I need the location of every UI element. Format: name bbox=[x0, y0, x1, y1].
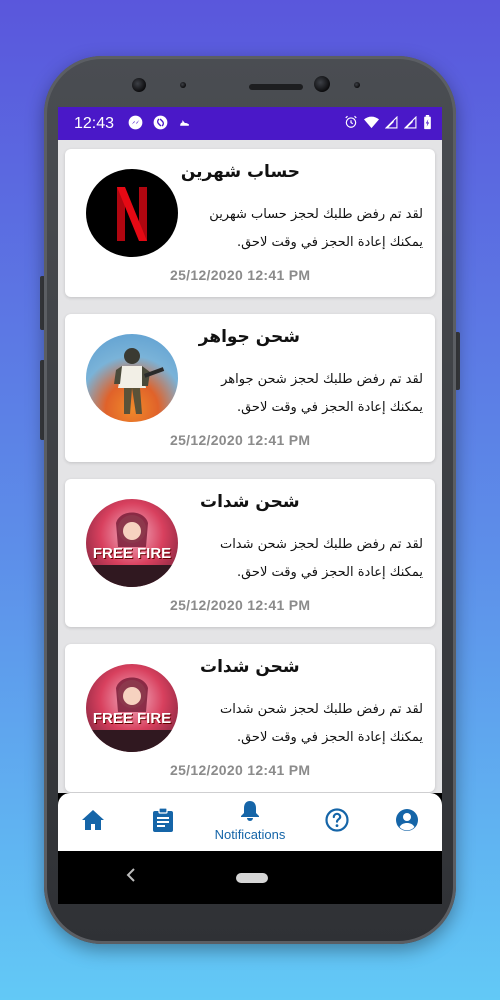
notification-title: شحن شدات bbox=[200, 492, 300, 512]
front-sensor bbox=[132, 78, 146, 92]
front-sensor-small bbox=[354, 82, 360, 88]
pubg-character-icon bbox=[86, 334, 178, 422]
nav-help[interactable] bbox=[302, 793, 372, 851]
alarm-icon bbox=[344, 115, 358, 132]
app-notification-icon bbox=[178, 116, 191, 132]
bottom-navigation: Notifications bbox=[58, 793, 442, 851]
notification-card[interactable]: FREE FIRE شحن شدات لقد تم رفض طلبك لحجز … bbox=[65, 644, 435, 792]
shazam-icon bbox=[153, 115, 168, 133]
notification-message: لقد تم رفض طلبك لحجز حساب شهرين يمكنك إع… bbox=[193, 201, 423, 257]
notification-message: لقد تم رفض طلبك لحجز شحن جواهر يمكنك إعا… bbox=[193, 366, 423, 422]
message-line: لقد تم رفض طلبك لحجز حساب شهرين bbox=[209, 207, 423, 222]
notification-message: لقد تم رفض طلبك لحجز شحن شدات يمكنك إعاد… bbox=[193, 696, 423, 752]
free-fire-text: FREE FIRE bbox=[92, 710, 172, 727]
notification-title: شحن جواهر bbox=[198, 327, 300, 347]
front-sensor-small bbox=[180, 82, 186, 88]
netflix-logo-icon bbox=[86, 169, 178, 257]
phone-frame: 12:43 حساب شهرين لقد تم رفض طلبك لحجز حس… bbox=[44, 56, 456, 944]
free-fire-logo-icon: FREE FIRE bbox=[86, 499, 178, 587]
signal-icon-2 bbox=[403, 115, 417, 132]
message-line: يمكنك إعادة الحجز في وقت لاحق. bbox=[236, 235, 423, 250]
notification-date: 25/12/2020 12:41 PM bbox=[170, 267, 311, 283]
free-fire-text: FREE FIRE bbox=[92, 545, 172, 562]
home-pill-button[interactable] bbox=[236, 873, 268, 883]
home-icon bbox=[81, 809, 105, 835]
message-line: لقد تم رفض طلبك لحجز شحن شدات bbox=[219, 537, 423, 552]
message-line: لقد تم رفض طلبك لحجز شحن جواهر bbox=[221, 372, 423, 387]
status-time: 12:43 bbox=[74, 114, 115, 132]
help-icon bbox=[325, 808, 349, 836]
nav-notifications[interactable]: Notifications bbox=[198, 793, 303, 851]
earpiece-speaker bbox=[249, 84, 303, 90]
status-bar: 12:43 bbox=[58, 107, 442, 140]
message-line: يمكنك إعادة الحجز في وقت لاحق. bbox=[236, 400, 423, 415]
notification-card[interactable]: شحن جواهر لقد تم رفض طلبك لحجز شحن جواهر… bbox=[65, 314, 435, 462]
bell-icon bbox=[240, 799, 260, 825]
signal-icon bbox=[384, 115, 398, 132]
clipboard-icon bbox=[152, 807, 174, 836]
battery-icon bbox=[423, 114, 432, 133]
nav-orders[interactable] bbox=[128, 793, 198, 851]
messenger-icon bbox=[128, 115, 143, 133]
notification-title: شحن شدات bbox=[200, 657, 300, 677]
phone-screen: 12:43 حساب شهرين لقد تم رفض طلبك لحجز حس… bbox=[58, 107, 442, 904]
notification-card[interactable]: FREE FIRE شحن شدات لقد تم رفض طلبك لحجز … bbox=[65, 479, 435, 627]
account-icon bbox=[395, 808, 419, 836]
message-line: يمكنك إعادة الحجز في وقت لاحق. bbox=[236, 730, 423, 745]
notification-date: 25/12/2020 12:41 PM bbox=[170, 432, 311, 448]
notification-message: لقد تم رفض طلبك لحجز شحن شدات يمكنك إعاد… bbox=[193, 531, 423, 587]
free-fire-logo-icon: FREE FIRE bbox=[86, 664, 178, 752]
back-chevron-icon[interactable] bbox=[126, 867, 136, 886]
nav-home[interactable] bbox=[58, 793, 128, 851]
notification-date: 25/12/2020 12:41 PM bbox=[170, 597, 311, 613]
message-line: لقد تم رفض طلبك لحجز شحن شدات bbox=[219, 702, 423, 717]
notification-date: 25/12/2020 12:41 PM bbox=[170, 762, 311, 778]
message-line: يمكنك إعادة الحجز في وقت لاحق. bbox=[236, 565, 423, 580]
notification-title: حساب شهرين bbox=[180, 162, 300, 182]
nav-account[interactable] bbox=[372, 793, 442, 851]
nav-notifications-label: Notifications bbox=[214, 827, 286, 842]
notification-card[interactable]: حساب شهرين لقد تم رفض طلبك لحجز حساب شهر… bbox=[65, 149, 435, 297]
system-navigation-bar bbox=[58, 851, 442, 904]
wifi-icon bbox=[364, 116, 379, 132]
notifications-list[interactable]: حساب شهرين لقد تم رفض طلبك لحجز حساب شهر… bbox=[58, 140, 442, 793]
front-camera bbox=[314, 76, 330, 92]
